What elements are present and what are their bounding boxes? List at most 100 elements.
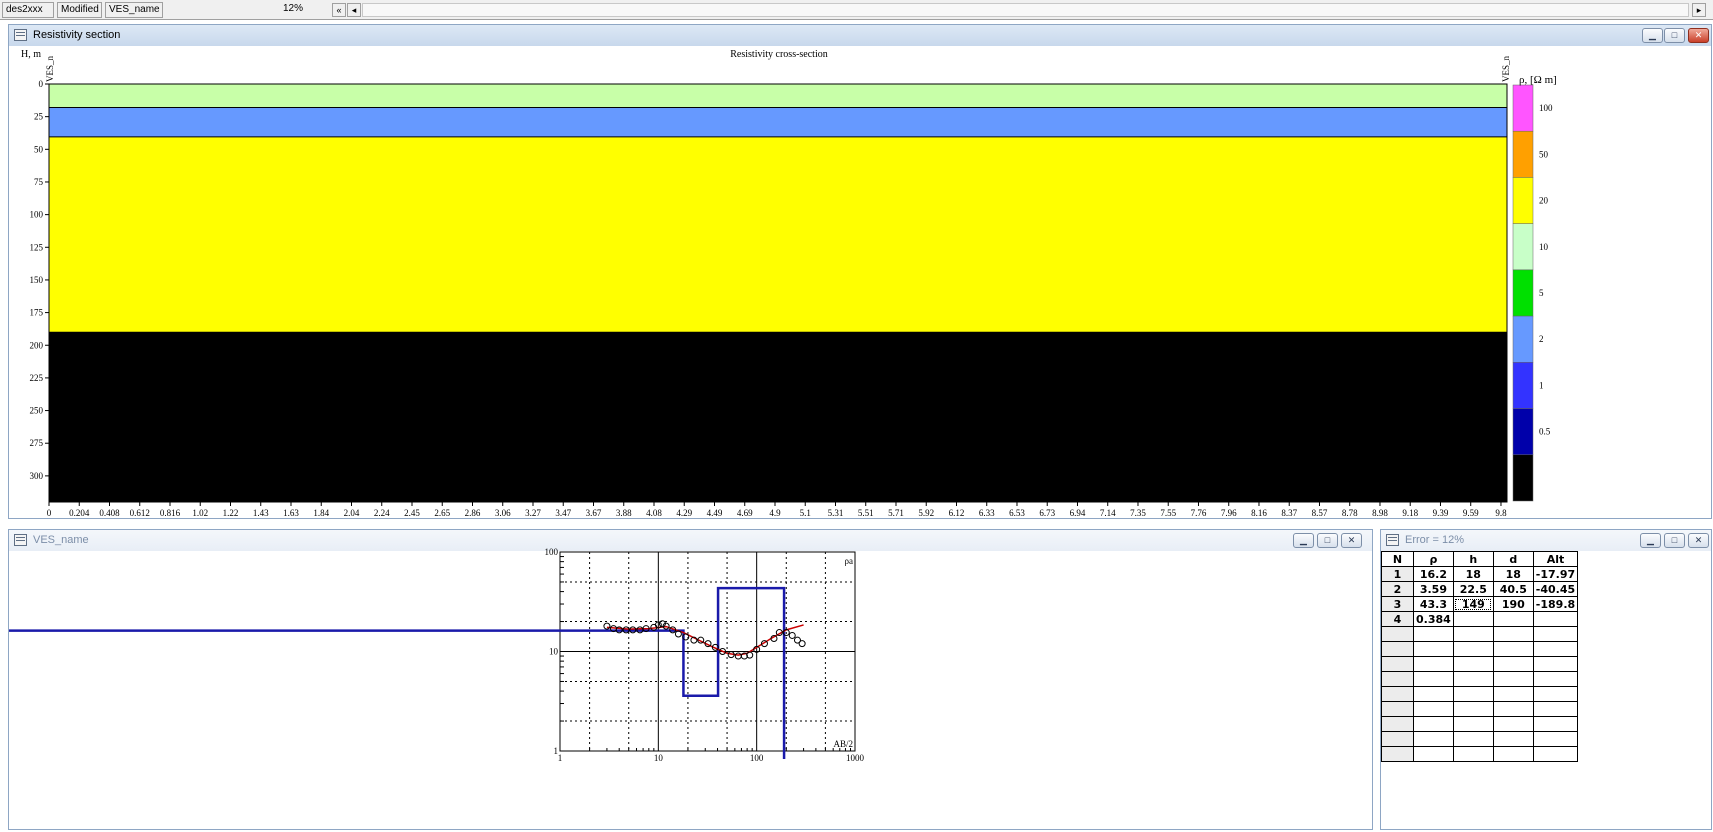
- table-row[interactable]: 2 3.59 22.5 40.5 -40.45: [1381, 581, 1579, 597]
- cell-n[interactable]: 3: [1381, 596, 1414, 612]
- empty-cell[interactable]: [1381, 731, 1414, 747]
- empty-cell[interactable]: [1381, 641, 1414, 657]
- empty-cell[interactable]: [1381, 656, 1414, 672]
- y-tick-label: 250: [30, 406, 44, 416]
- cell-alt[interactable]: -189.8: [1532, 596, 1579, 612]
- cell-rho[interactable]: 16.2: [1413, 566, 1454, 582]
- empty-cell[interactable]: [1381, 671, 1414, 687]
- empty-cell[interactable]: [1413, 731, 1454, 747]
- next-ves-button[interactable]: ▸: [1692, 3, 1706, 17]
- cell-n[interactable]: 2: [1381, 581, 1414, 597]
- empty-cell[interactable]: [1532, 731, 1579, 747]
- empty-cell[interactable]: [1532, 686, 1579, 702]
- empty-cell[interactable]: [1452, 716, 1494, 732]
- empty-cell[interactable]: [1492, 641, 1534, 657]
- empty-cell[interactable]: [1452, 746, 1494, 762]
- empty-cell[interactable]: [1413, 701, 1454, 717]
- empty-cell[interactable]: [1381, 746, 1414, 762]
- ves-x-tick-label: 1000: [846, 753, 865, 763]
- table-row-empty[interactable]: [1381, 656, 1579, 672]
- empty-cell[interactable]: [1532, 641, 1579, 657]
- prev-ves-button[interactable]: ◂: [347, 3, 361, 17]
- table-row-empty[interactable]: [1381, 731, 1579, 747]
- table-minimize-button[interactable]: ▁: [1640, 533, 1661, 548]
- ves-sounding-chart[interactable]: 1 10 100 1000 1 10 100 AB/2 ρa: [9, 530, 1374, 831]
- cell-h[interactable]: 18: [1452, 566, 1494, 582]
- cell-n[interactable]: 1: [1381, 566, 1414, 582]
- table-row-empty[interactable]: [1381, 746, 1579, 762]
- table-row-empty[interactable]: [1381, 701, 1579, 717]
- empty-cell[interactable]: [1492, 731, 1534, 747]
- cell-h[interactable]: 149: [1452, 596, 1494, 612]
- empty-cell[interactable]: [1452, 656, 1494, 672]
- table-title-bar[interactable]: Error = 12% ▁ □ ✕: [1381, 530, 1711, 551]
- cell-d[interactable]: [1492, 611, 1534, 627]
- cell-rho[interactable]: 0.384: [1413, 611, 1454, 627]
- cell-d[interactable]: 190: [1492, 596, 1534, 612]
- empty-cell[interactable]: [1492, 656, 1534, 672]
- empty-cell[interactable]: [1492, 746, 1534, 762]
- empty-cell[interactable]: [1413, 656, 1454, 672]
- cell-d[interactable]: 18: [1492, 566, 1534, 582]
- layer-parameters-table[interactable]: N ρ h d Alt 1 16.2 18 18 -17.97 2 3.59 22.5 40.5…: [1381, 551, 1579, 762]
- table-close-button[interactable]: ✕: [1688, 533, 1709, 548]
- empty-cell[interactable]: [1532, 671, 1579, 687]
- first-ves-button[interactable]: «: [332, 3, 346, 17]
- x-tick-label: 4.69: [737, 508, 753, 518]
- empty-cell[interactable]: [1413, 746, 1454, 762]
- empty-cell[interactable]: [1452, 701, 1494, 717]
- x-tick-label: 3.47: [555, 508, 571, 518]
- empty-cell[interactable]: [1452, 731, 1494, 747]
- table-row-empty[interactable]: [1381, 671, 1579, 687]
- table-row[interactable]: 4 0.384: [1381, 611, 1579, 627]
- table-row-empty[interactable]: [1381, 641, 1579, 657]
- table-row[interactable]: 1 16.2 18 18 -17.97: [1381, 566, 1579, 582]
- table-row-empty[interactable]: [1381, 686, 1579, 702]
- empty-cell[interactable]: [1492, 701, 1534, 717]
- empty-cell[interactable]: [1381, 626, 1414, 642]
- cell-alt[interactable]: [1532, 611, 1579, 627]
- empty-cell[interactable]: [1532, 656, 1579, 672]
- empty-cell[interactable]: [1492, 671, 1534, 687]
- empty-cell[interactable]: [1492, 716, 1534, 732]
- cell-h[interactable]: 22.5: [1452, 581, 1494, 597]
- empty-cell[interactable]: [1381, 716, 1414, 732]
- x-tick-label: 1.02: [192, 508, 208, 518]
- table-maximize-button[interactable]: □: [1664, 533, 1685, 548]
- cell-d[interactable]: 40.5: [1492, 581, 1534, 597]
- legend-value: 20: [1539, 196, 1549, 206]
- empty-cell[interactable]: [1452, 626, 1494, 642]
- cell-n[interactable]: 4: [1381, 611, 1414, 627]
- empty-cell[interactable]: [1381, 701, 1414, 717]
- cell-rho[interactable]: 3.59: [1413, 581, 1454, 597]
- empty-cell[interactable]: [1413, 671, 1454, 687]
- x-tick-label: 8.78: [1342, 508, 1358, 518]
- cell-alt[interactable]: -17.97: [1532, 566, 1579, 582]
- empty-cell[interactable]: [1492, 686, 1534, 702]
- cell-alt[interactable]: -40.45: [1532, 581, 1579, 597]
- table-row[interactable]: 3 43.3 149 190 -189.8: [1381, 596, 1579, 612]
- empty-cell[interactable]: [1532, 716, 1579, 732]
- empty-cell[interactable]: [1413, 716, 1454, 732]
- layer-band-3: [49, 136, 1507, 333]
- empty-cell[interactable]: [1532, 626, 1579, 642]
- empty-cell[interactable]: [1413, 686, 1454, 702]
- empty-cell[interactable]: [1413, 641, 1454, 657]
- empty-cell[interactable]: [1452, 686, 1494, 702]
- resistivity-section-chart[interactable]: 100 50 20 10 5 2 1 0.5 0 25 50 75 100 125 150 175 200 22…: [9, 25, 1713, 520]
- empty-cell[interactable]: [1413, 626, 1454, 642]
- empty-cell[interactable]: [1532, 746, 1579, 762]
- table-row-empty[interactable]: [1381, 626, 1579, 642]
- x-tick-label: 3.27: [525, 508, 541, 518]
- empty-cell[interactable]: [1492, 626, 1534, 642]
- cell-rho[interactable]: 43.3: [1413, 596, 1454, 612]
- cell-h[interactable]: [1452, 611, 1494, 627]
- ves-scrollbar[interactable]: [362, 3, 1689, 17]
- empty-cell[interactable]: [1452, 671, 1494, 687]
- empty-cell[interactable]: [1532, 701, 1579, 717]
- table-row-empty[interactable]: [1381, 716, 1579, 732]
- layer-band-1: [49, 84, 1507, 108]
- y-tick-label: 0: [39, 79, 44, 89]
- empty-cell[interactable]: [1381, 686, 1414, 702]
- empty-cell[interactable]: [1452, 641, 1494, 657]
